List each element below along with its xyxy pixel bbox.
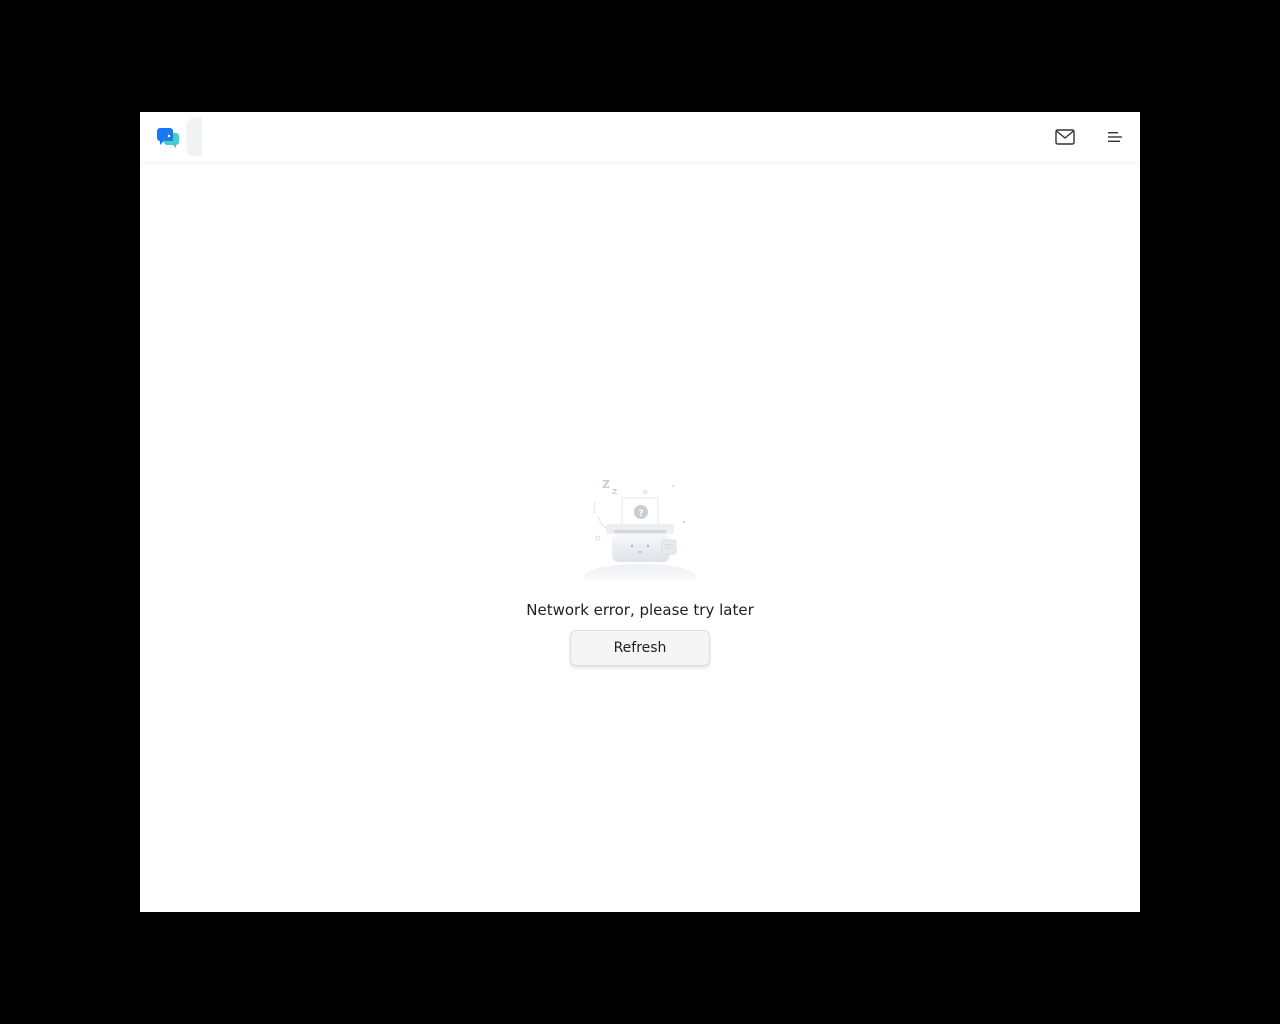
app-window: Z Z ? Network error, please try later Re… [140,112,1140,912]
hamburger-menu-icon[interactable] [1103,125,1127,149]
app-logo-icon[interactable] [156,125,180,149]
refresh-button[interactable]: Refresh [570,630,710,666]
error-message: Network error, please try later [526,601,754,619]
mail-icon[interactable] [1053,125,1077,149]
title-bar [140,112,1140,162]
svg-text:Z: Z [602,478,610,491]
svg-text:Z: Z [612,488,617,496]
tab-edge[interactable] [188,118,202,156]
svg-text:?: ? [638,509,643,519]
main-content: Z Z ? Network error, please try later Re… [140,162,1140,912]
sleeping-printer-illustration-icon: Z Z ? [580,476,700,588]
